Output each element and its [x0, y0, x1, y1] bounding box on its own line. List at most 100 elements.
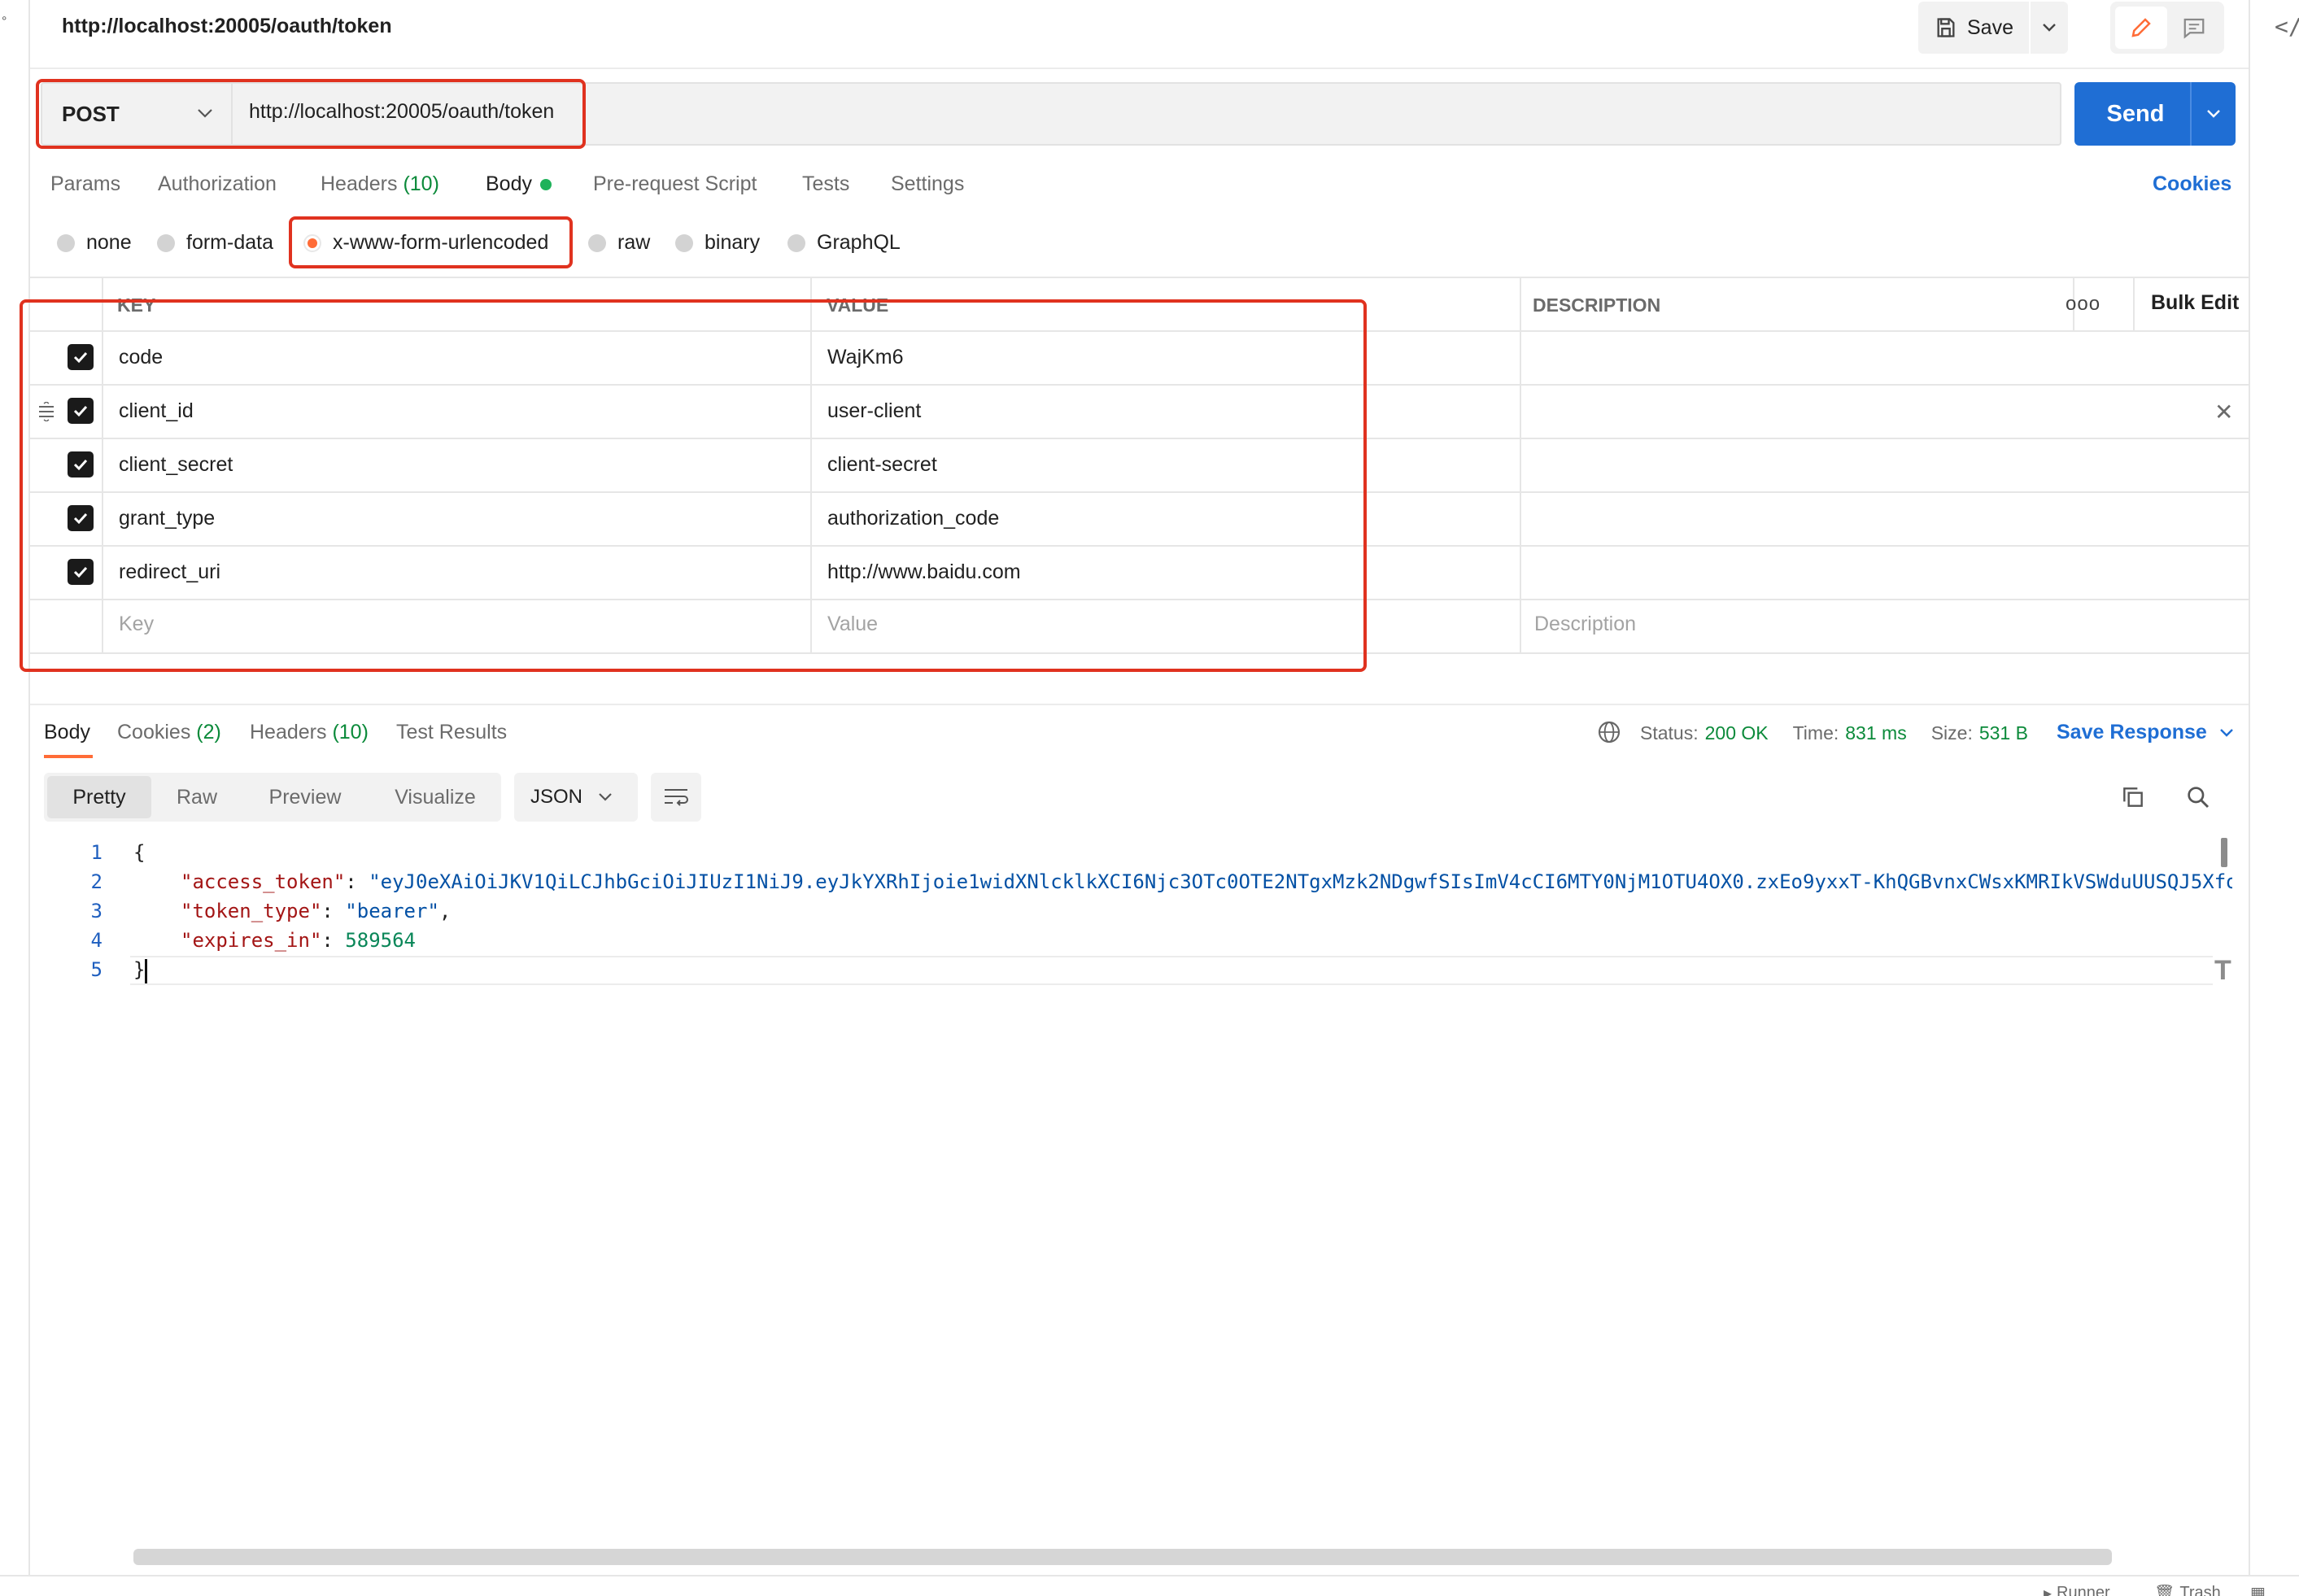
collapse-dots-icon[interactable]: °: [2, 15, 7, 29]
globe-icon[interactable]: [1596, 719, 1622, 745]
trash-label: Trash: [2179, 1584, 2221, 1596]
tab-tests[interactable]: Tests: [802, 172, 849, 196]
code-snippet-icon[interactable]: </>: [2275, 13, 2299, 40]
body-type-none[interactable]: none: [57, 231, 132, 255]
radio-icon: [157, 233, 175, 252]
send-options-button[interactable]: [2190, 82, 2236, 146]
save-options-button[interactable]: [2031, 2, 2068, 54]
tab-settings[interactable]: Settings: [891, 172, 964, 196]
radio-icon: [675, 233, 693, 252]
save-response-label: Save Response: [2057, 721, 2207, 743]
runner-label: Runner: [2057, 1584, 2110, 1596]
view-raw-button[interactable]: Raw: [159, 773, 234, 822]
status-value[interactable]: 200 OK: [1705, 722, 1769, 744]
radio-label: raw: [617, 231, 651, 254]
request-title: http://localhost:20005/oauth/token: [62, 15, 392, 37]
body-type-graphql[interactable]: GraphQL: [787, 231, 901, 255]
response-tab-headers[interactable]: Headers (10): [250, 721, 369, 744]
text-cursor-icon: T: [2214, 955, 2231, 986]
cookies-link[interactable]: Cookies: [2153, 172, 2231, 196]
size-value[interactable]: 531 B: [1979, 722, 2028, 744]
view-visualize-button[interactable]: Visualize: [376, 773, 495, 822]
column-header-description: DESCRIPTION: [1533, 294, 1661, 316]
tab-label: Headers: [250, 721, 327, 743]
chevron-down-icon: [2219, 728, 2233, 737]
tab-label: Settings: [891, 172, 965, 195]
delete-row-icon[interactable]: ✕: [2214, 399, 2233, 425]
copy-icon[interactable]: [2120, 784, 2146, 810]
tab-label: Body: [44, 721, 90, 743]
radio-label: form-data: [186, 231, 273, 254]
table-divider: [30, 277, 2249, 278]
send-button[interactable]: Send: [2074, 82, 2196, 146]
layout-toggle-icon[interactable]: ▦: [2250, 1583, 2266, 1596]
save-response-button[interactable]: Save Response: [2057, 721, 2235, 744]
comment-icon: [2183, 18, 2205, 39]
trash-button[interactable]: 🗑 Trash: [2154, 1583, 2221, 1596]
radio-label: none: [86, 231, 132, 254]
comments-button[interactable]: [2169, 7, 2219, 49]
json-key: "access_token": [181, 870, 346, 893]
tab-label: Cookies: [117, 721, 191, 743]
new-description-input[interactable]: Description: [1534, 613, 1636, 636]
tab-count: (2): [196, 721, 221, 743]
tab-label: Test Results: [396, 721, 508, 743]
code-close-brace: }: [133, 958, 146, 981]
runner-button[interactable]: ▸ Runner: [2044, 1583, 2110, 1596]
body-type-raw[interactable]: raw: [588, 231, 650, 255]
radio-icon: [787, 233, 805, 252]
size-label: Size:: [1930, 722, 1973, 743]
code-line-expires-in: "expires_in": 589564: [181, 929, 416, 952]
tab-body[interactable]: Body: [486, 172, 532, 196]
tab-pre-request-script[interactable]: Pre-request Script: [593, 172, 757, 196]
json-key: "token_type": [181, 900, 322, 922]
pencil-icon: [2131, 18, 2151, 37]
bulk-edit-button[interactable]: Bulk Edit: [2151, 291, 2239, 315]
format-select[interactable]: JSON: [514, 773, 638, 822]
response-meta: Status: 200 OK Time: 831 ms Size: 531 B: [1640, 722, 2028, 744]
tab-authorization[interactable]: Authorization: [158, 172, 277, 196]
highlight-url-box: [36, 79, 586, 149]
tab-params[interactable]: Params: [50, 172, 120, 196]
response-tab-test-results[interactable]: Test Results: [396, 721, 507, 744]
tab-headers[interactable]: Headers (10): [321, 172, 439, 196]
code-open-brace: {: [133, 841, 146, 864]
view-pretty-button[interactable]: Pretty: [47, 776, 151, 818]
wrap-lines-icon: [665, 789, 688, 806]
response-tab-body[interactable]: Body: [44, 721, 90, 744]
radio-label: GraphQL: [817, 231, 901, 254]
chevron-down-icon: [599, 793, 612, 801]
wrap-lines-button[interactable]: [651, 773, 701, 822]
body-type-form-data[interactable]: form-data: [157, 231, 273, 255]
edit-mode-button[interactable]: [2115, 7, 2167, 49]
response-tab-cookies[interactable]: Cookies (2): [117, 721, 221, 744]
format-label: JSON: [530, 786, 583, 808]
tab-count: (10): [403, 172, 439, 195]
tab-label: Params: [50, 172, 121, 195]
body-type-binary[interactable]: binary: [675, 231, 760, 255]
runner-icon: ▸: [2044, 1585, 2053, 1596]
tab-label: Body: [486, 172, 532, 195]
radio-icon: [588, 233, 606, 252]
trash-icon: 🗑: [2154, 1585, 2175, 1596]
vertical-scrollbar[interactable]: [2221, 838, 2227, 867]
line-number: 5: [90, 958, 103, 981]
chevron-down-icon: [2207, 110, 2220, 118]
header-divider: [30, 68, 2249, 69]
line-number: 3: [90, 900, 103, 922]
column-divider: [2133, 277, 2135, 330]
save-button[interactable]: Save: [1918, 2, 2029, 54]
right-sidebar-edge: [2249, 0, 2299, 1596]
status-label: Status:: [1640, 722, 1699, 743]
time-value[interactable]: 831 ms: [1845, 722, 1906, 744]
view-preview-button[interactable]: Preview: [252, 773, 358, 822]
text-caret: [145, 959, 147, 983]
horizontal-scrollbar[interactable]: [133, 1549, 2112, 1565]
more-options-icon[interactable]: ooo: [2066, 293, 2101, 316]
response-body-code[interactable]: { "access_token": "eyJ0eXAiOiJKV1QiLCJhb…: [130, 838, 2232, 1001]
save-icon: [1937, 18, 1955, 37]
status-footer: [0, 1575, 2299, 1596]
search-icon[interactable]: [2185, 784, 2211, 810]
active-tab-indicator: [44, 755, 93, 758]
